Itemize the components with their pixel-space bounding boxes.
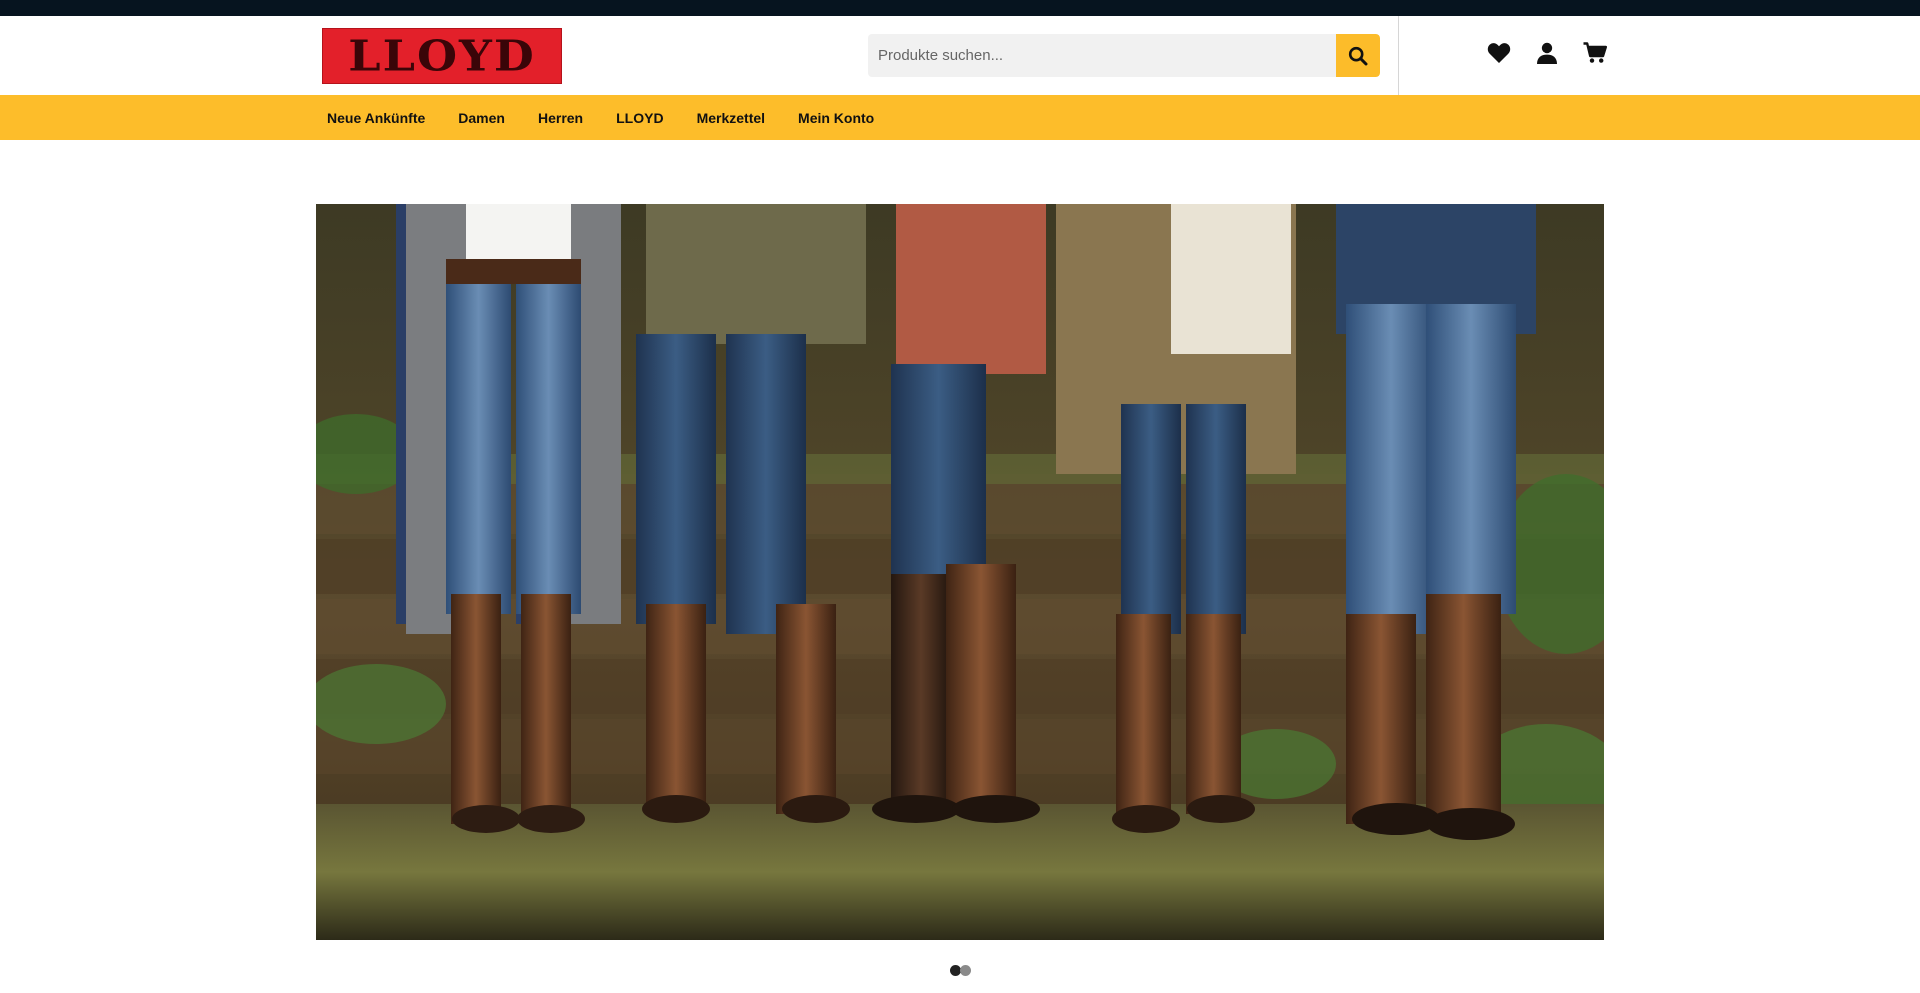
- search-input[interactable]: [868, 34, 1336, 77]
- nav-item-new-arrivals[interactable]: Neue Ankünfte: [327, 110, 425, 126]
- wishlist-button[interactable]: [1486, 40, 1512, 66]
- hero-illustration: [316, 204, 1604, 940]
- header-actions: [1486, 40, 1608, 66]
- nav-item-wishlist[interactable]: Merkzettel: [697, 110, 765, 126]
- nav-item-women[interactable]: Damen: [458, 110, 505, 126]
- nav-item-lloyd[interactable]: LLOYD: [616, 110, 663, 126]
- header-divider: [1398, 16, 1399, 95]
- nav-item-my-account[interactable]: Mein Konto: [798, 110, 874, 126]
- search-bar: [868, 34, 1380, 77]
- heart-icon: [1487, 43, 1511, 63]
- cart-icon: [1583, 42, 1607, 63]
- hero-slide-image[interactable]: [316, 204, 1604, 940]
- top-bar: [0, 0, 1920, 16]
- brand-logo-text: LLOYD: [348, 31, 536, 81]
- slider-dot-2[interactable]: [960, 965, 971, 976]
- brand-logo[interactable]: LLOYD: [322, 28, 562, 84]
- nav-list: Neue Ankünfte Damen Herren LLOYD Merkzet…: [327, 95, 874, 140]
- nav-item-men[interactable]: Herren: [538, 110, 583, 126]
- search-icon: [1348, 46, 1368, 65]
- slider-dots: [950, 965, 971, 976]
- account-button[interactable]: [1534, 40, 1560, 66]
- main-navigation: Neue Ankünfte Damen Herren LLOYD Merkzet…: [0, 95, 1920, 140]
- site-header: LLOYD: [0, 16, 1920, 95]
- cart-button[interactable]: [1582, 40, 1608, 66]
- user-icon: [1537, 42, 1557, 64]
- search-button[interactable]: [1336, 34, 1380, 77]
